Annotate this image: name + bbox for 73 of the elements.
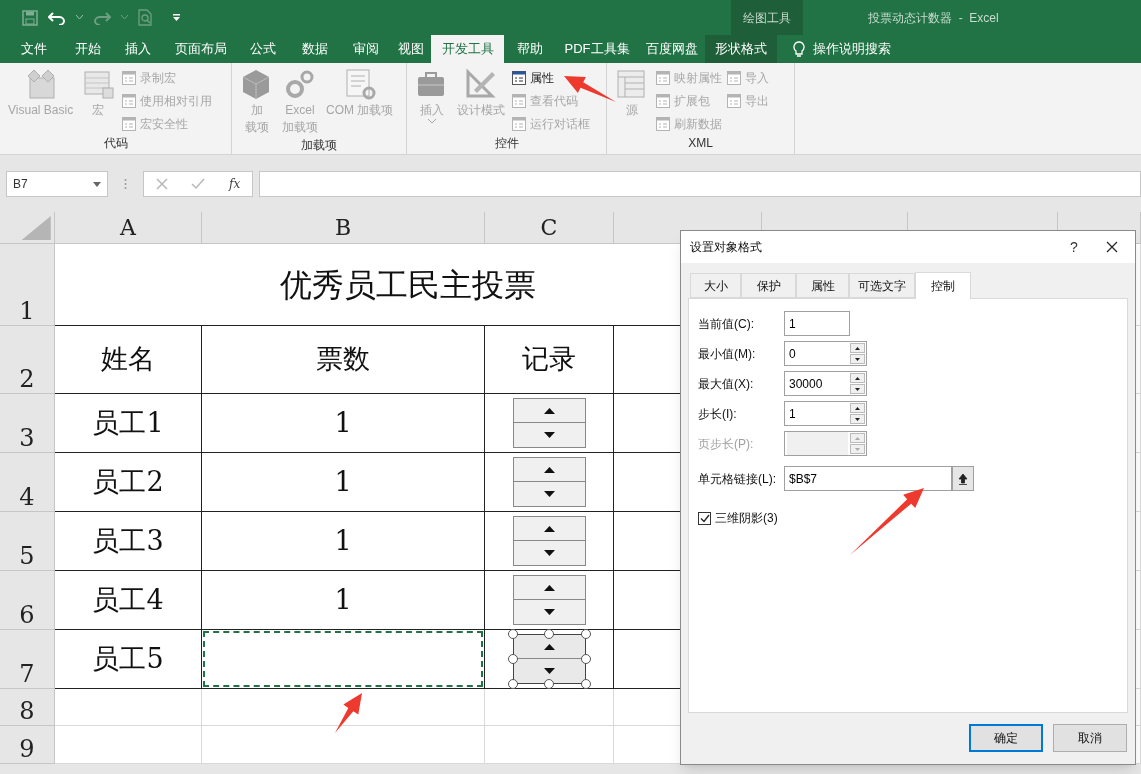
ribbon-tab[interactable]: 开始 — [62, 35, 113, 63]
table-cell: 员工4 — [55, 571, 202, 630]
checkbox-label: 三维阴影(3) — [715, 510, 778, 527]
tell-me-search[interactable]: 操作说明搜索 — [793, 35, 891, 63]
ribbon-tab[interactable]: 开发工具 — [431, 35, 504, 63]
field-value: 1 — [789, 405, 796, 423]
ribbon-tab[interactable]: 帮助 — [504, 35, 555, 63]
ribbon-tab[interactable]: 审阅 — [341, 35, 391, 63]
field-label: 最大值(X): — [698, 375, 755, 393]
ribbon-tab[interactable]: 文件 — [6, 35, 62, 63]
column-header[interactable]: B — [202, 212, 485, 244]
row-header[interactable]: 2 — [0, 326, 55, 394]
row-header[interactable]: 9 — [0, 726, 55, 764]
group-label: XML — [687, 135, 714, 152]
field-value: $B$7 — [789, 470, 818, 488]
dialog-tab[interactable]: 控制 — [915, 272, 971, 299]
table-cell: 票数 — [202, 326, 485, 394]
table-cell: 员工2 — [55, 453, 202, 512]
dialog-tab[interactable]: 可选文字 — [849, 273, 915, 298]
group-label: 控件 — [493, 135, 520, 152]
row-header[interactable]: 6 — [0, 571, 55, 630]
window-title: 投票动态计数器 - Excel — [867, 9, 999, 27]
dialog-tab[interactable]: 属性 — [796, 273, 849, 298]
ribbon-tab[interactable]: 公式 — [238, 35, 288, 63]
dialog-button[interactable]: 确定 — [969, 724, 1043, 752]
insert-function-button[interactable]: fx — [229, 175, 241, 193]
table-cell: 1 — [202, 394, 485, 453]
field-label: 单元格链接(L): — [698, 470, 777, 488]
input-field[interactable]: $B$7 — [784, 466, 952, 491]
dialog-button[interactable]: 取消 — [1053, 724, 1127, 752]
column-header[interactable]: A — [55, 212, 202, 244]
spin-field[interactable]: 0 — [784, 341, 867, 366]
field-label: 步长(I): — [698, 405, 738, 423]
row-header[interactable]: 1 — [0, 244, 55, 326]
ribbon-tab[interactable]: 视图 — [391, 35, 431, 63]
field-label: 最小值(M): — [698, 345, 757, 363]
ribbon-tab[interactable]: 数据 — [288, 35, 341, 63]
field-label: 当前值(C): — [698, 315, 755, 333]
row-header[interactable]: 4 — [0, 453, 55, 512]
dialog-title: 设置对象格式 — [690, 239, 763, 256]
spin-field[interactable]: 30000 — [784, 371, 867, 396]
table-cell: 1 — [202, 453, 485, 512]
ribbon-tab[interactable]: 百度网盘 — [639, 35, 705, 63]
dialog-tab[interactable]: 大小 — [690, 273, 741, 298]
ribbon-tab[interactable]: 插入 — [113, 35, 163, 63]
table-cell: 员工5 — [55, 630, 202, 689]
group-label: 加载项 — [300, 137, 338, 154]
row-header[interactable]: 7 — [0, 630, 55, 689]
table-cell: 姓名 — [55, 326, 202, 394]
field-value: 0 — [789, 345, 796, 363]
table-cell: 员工3 — [55, 512, 202, 571]
spin-field[interactable]: 1 — [784, 401, 867, 426]
ribbon-tab[interactable]: PDF工具集 — [555, 35, 639, 63]
table-cell: 1 — [202, 512, 485, 571]
row-header[interactable]: 3 — [0, 394, 55, 453]
ribbon-tab[interactable]: 页面布局 — [163, 35, 238, 63]
group-label: 代码 — [102, 135, 129, 152]
name-box-value: B7 — [13, 176, 28, 193]
row-header[interactable]: 5 — [0, 512, 55, 571]
name-box[interactable]: B7 — [6, 171, 108, 197]
table-cell: 记录 — [485, 326, 614, 394]
table-cell: 1 — [202, 571, 485, 630]
help-button[interactable]: ? — [1064, 236, 1084, 258]
column-header[interactable]: C — [485, 212, 614, 244]
field-value: 30000 — [789, 375, 823, 393]
ribbon-tab[interactable]: 形状格式 — [705, 35, 777, 63]
field-value: 1 — [789, 315, 796, 333]
contextual-group-label: 绘图工具 — [731, 0, 803, 35]
row-header[interactable]: 8 — [0, 689, 55, 726]
input-field[interactable]: 1 — [784, 311, 850, 336]
table-cell: 员工1 — [55, 394, 202, 453]
field-label: 页步长(P): — [698, 435, 755, 453]
dialog-tab[interactable]: 保护 — [741, 273, 796, 298]
